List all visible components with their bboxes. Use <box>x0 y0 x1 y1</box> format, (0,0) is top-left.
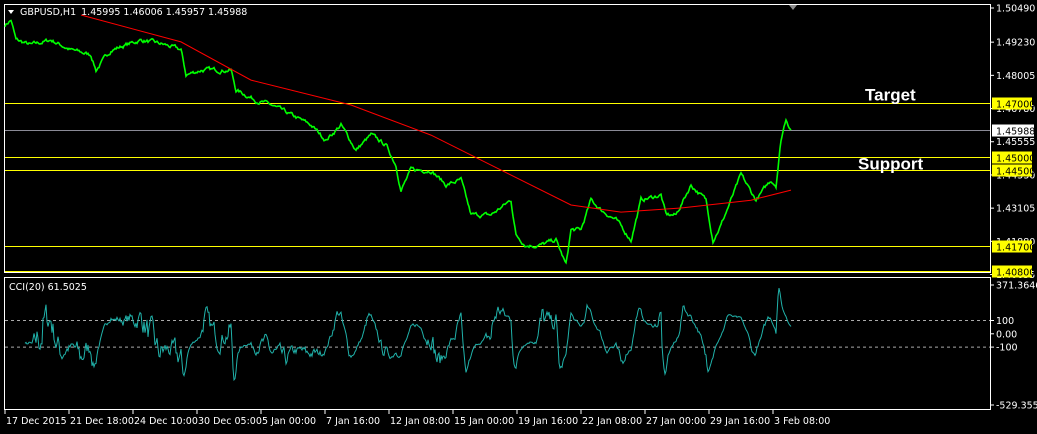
y-tick-label: 1.50490 <box>996 4 1035 15</box>
y-tick-label: 1.45555 <box>996 137 1035 148</box>
chart-header: GBPUSD,H1 1.45995 1.46006 1.45957 1.45988 <box>20 7 247 18</box>
level-price-label: 1.44500 <box>996 167 1035 178</box>
cci-tick-label: 0.00 <box>996 329 1017 340</box>
x-tick-label: 24 Dec 10:00 <box>134 416 198 427</box>
symbol-timeframe: GBPUSD,H1 <box>20 7 76 18</box>
cci-tick-label: -529.3557 <box>996 401 1037 412</box>
chart-menu-triangle-icon[interactable] <box>8 10 14 14</box>
x-tick-label: 21 Dec 18:00 <box>70 416 134 427</box>
scroll-shift-marker-icon[interactable] <box>789 5 797 10</box>
y-tick-label: 1.48005 <box>996 71 1035 82</box>
level-price-label: 1.41700 <box>996 243 1035 254</box>
x-tick-label: 15 Jan 00:00 <box>454 416 514 427</box>
x-tick-label: 7 Jan 16:00 <box>326 416 380 427</box>
x-tick-label: 12 Jan 08:00 <box>390 416 450 427</box>
level-price-label: 1.47000 <box>996 100 1035 111</box>
x-tick-label: 19 Jan 16:00 <box>518 416 578 427</box>
cci-line <box>24 287 792 382</box>
x-tick-label: 29 Jan 16:00 <box>710 416 770 427</box>
chart-window[interactable]: TargetSupport 1.504901.492301.480051.467… <box>0 0 1037 434</box>
cci-tick-label: -100 <box>996 343 1018 354</box>
x-tick-label: 17 Dec 2015 <box>6 416 67 427</box>
current-price-label: 1.45988 <box>996 127 1035 138</box>
y-tick-label: 1.43105 <box>996 204 1035 215</box>
level-price-label: 1.40800 <box>996 268 1035 279</box>
x-tick-label: 27 Jan 00:00 <box>646 416 706 427</box>
cci-header: CCI(20) 61.5025 <box>9 282 87 293</box>
moving-average-line <box>80 14 792 213</box>
x-tick-label: 30 Dec 05:00 <box>198 416 262 427</box>
y-tick-label: 1.49230 <box>996 38 1035 49</box>
price-line <box>4 19 792 265</box>
x-tick-label: 5 Jan 00:00 <box>262 416 316 427</box>
annotation-target[interactable]: Target <box>865 85 916 104</box>
cci-indicator-frame <box>4 277 991 410</box>
x-tick-label: 3 Feb 08:00 <box>774 416 830 427</box>
price-chart-frame <box>4 4 991 273</box>
cci-tick-label: 100 <box>996 316 1014 327</box>
level-price-label: 1.45000 <box>996 154 1035 165</box>
annotation-support[interactable]: Support <box>858 155 923 174</box>
x-tick-label: 22 Jan 08:00 <box>582 416 642 427</box>
ohlc-values: 1.45995 1.46006 1.45957 1.45988 <box>81 7 247 18</box>
cci-tick-label: 371.3646 <box>996 281 1037 292</box>
